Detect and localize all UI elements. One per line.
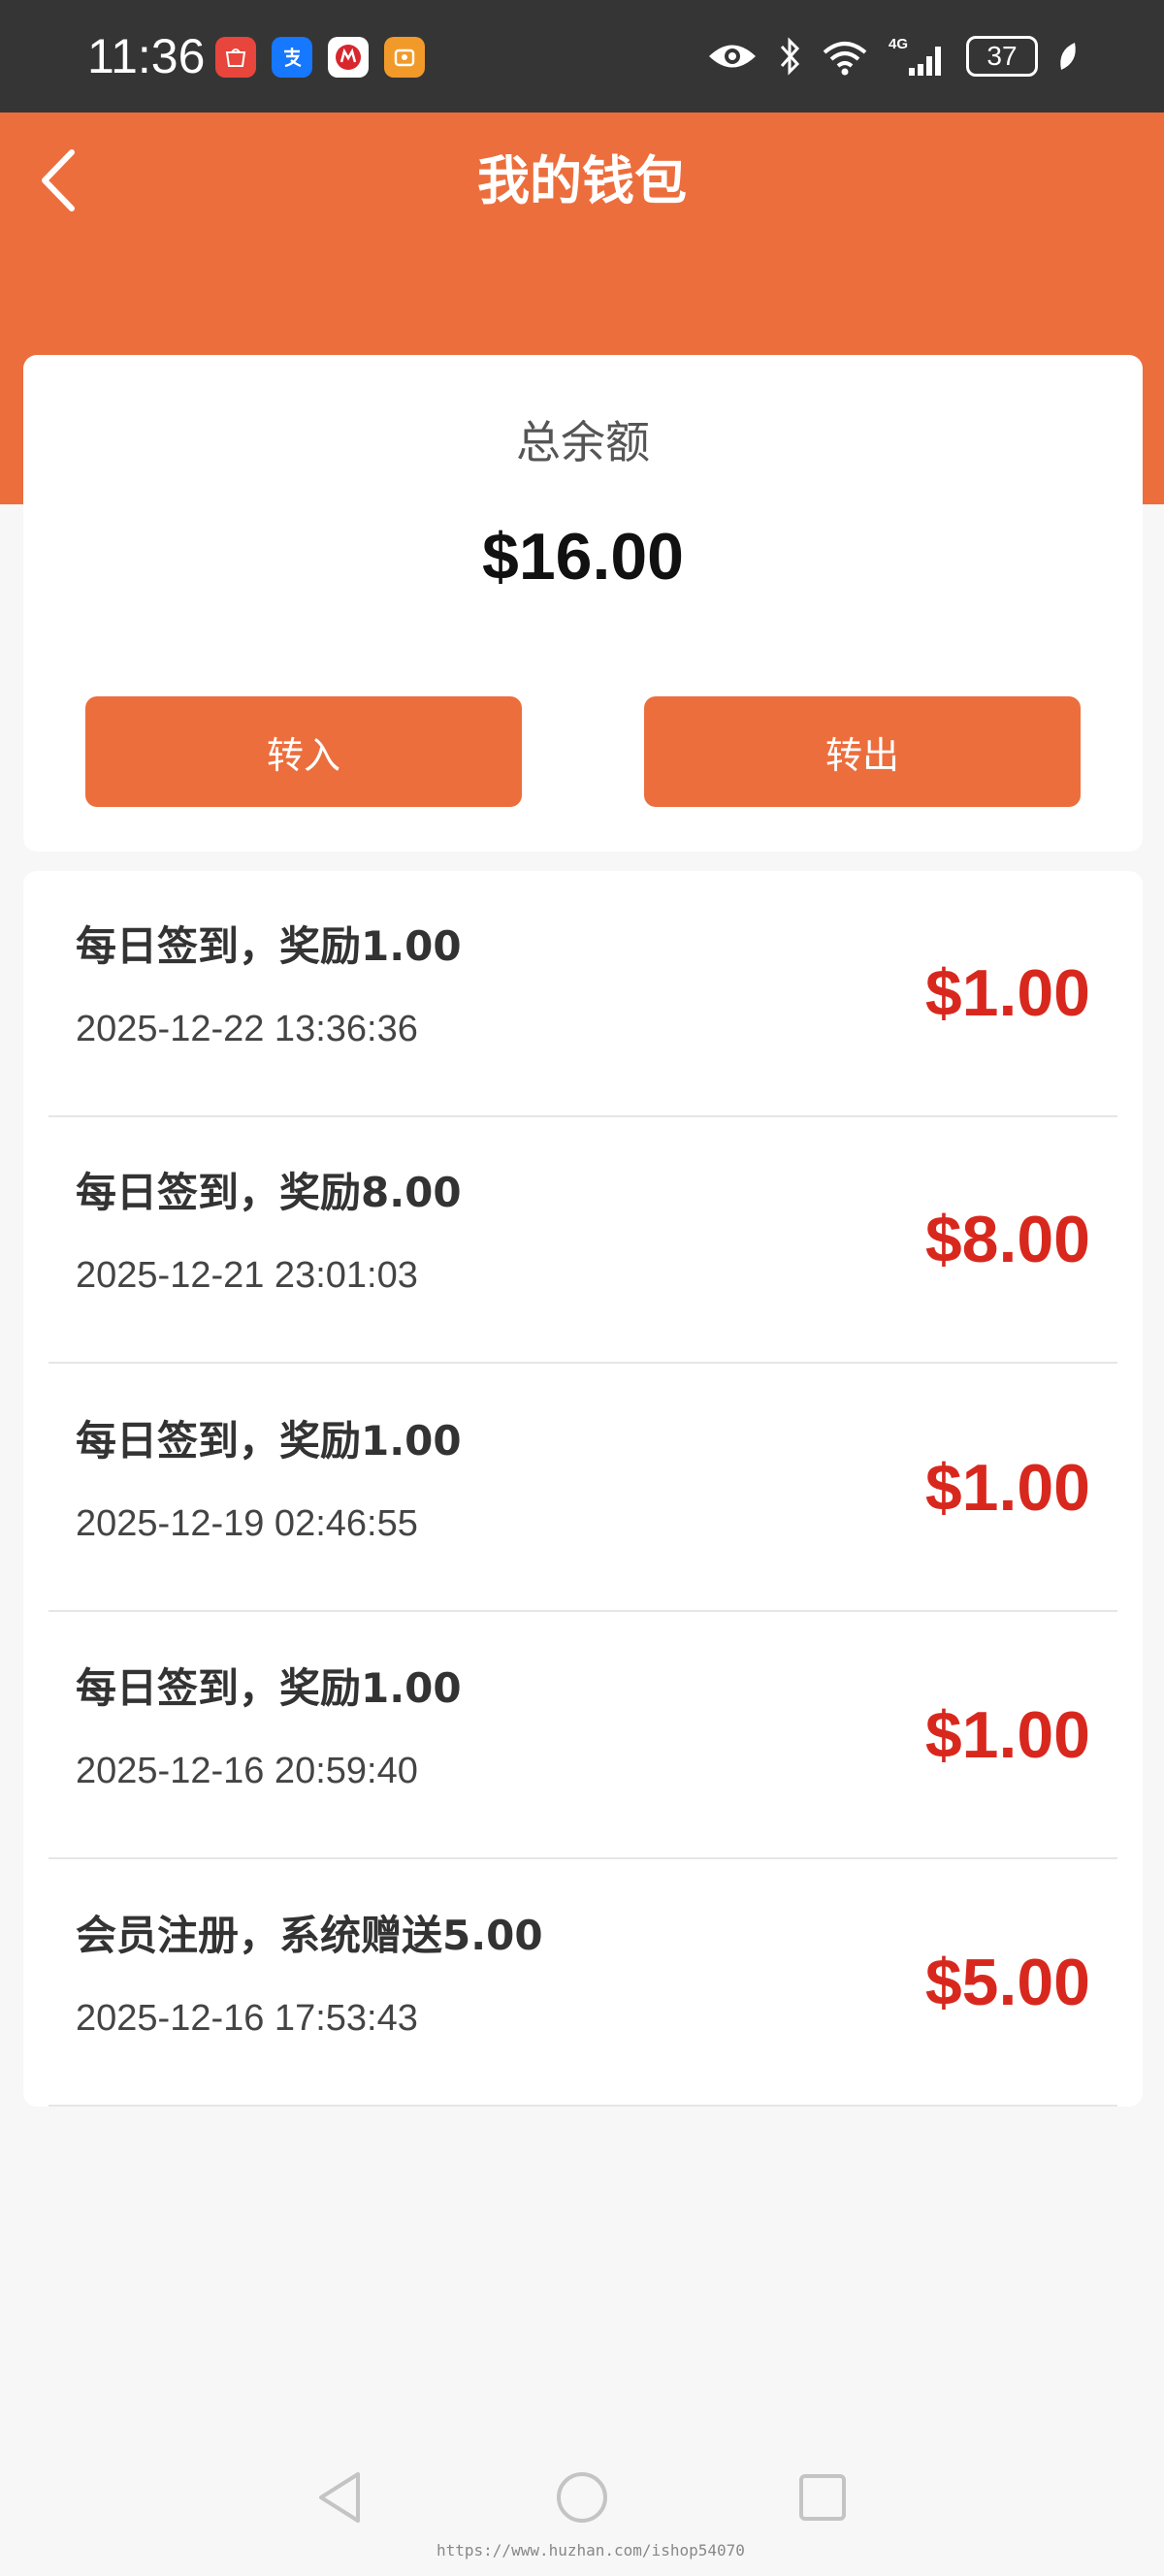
record-amount: $8.00 bbox=[924, 1203, 1090, 1276]
leaf-icon bbox=[1057, 33, 1079, 80]
bank-icon bbox=[328, 37, 369, 78]
record-time: 2025-12-21 23:01:03 bbox=[76, 1255, 418, 1296]
record-amount: $1.00 bbox=[924, 1451, 1090, 1525]
list-item[interactable]: 每日签到，奖励1.00 2025-12-16 20:59:40 $1.00 bbox=[48, 1613, 1117, 1859]
status-bar: 11:36 4G 37 bbox=[0, 0, 1164, 113]
notification-icons bbox=[215, 37, 425, 78]
record-title: 每日签到，奖励1.00 bbox=[76, 1417, 462, 1465]
record-title: 每日签到，奖励1.00 bbox=[76, 1664, 462, 1712]
record-title: 每日签到，奖励1.00 bbox=[76, 922, 462, 970]
record-time: 2025-12-19 02:46:55 bbox=[76, 1503, 418, 1544]
huawei-store-icon bbox=[215, 37, 256, 78]
battery-indicator: 37 bbox=[966, 36, 1038, 77]
watermark-text: https://www.huzhan.com/ishop54070 bbox=[436, 2541, 745, 2560]
eye-icon bbox=[706, 33, 759, 80]
record-time: 2025-12-22 13:36:36 bbox=[76, 1009, 418, 1049]
nav-home-button[interactable] bbox=[538, 2454, 626, 2541]
records-list: 每日签到，奖励1.00 2025-12-22 13:36:36 $1.00 每日… bbox=[23, 871, 1143, 2107]
nav-recent-button[interactable] bbox=[779, 2454, 866, 2541]
list-item[interactable]: 每日签到，奖励8.00 2025-12-21 23:01:03 $8.00 bbox=[48, 1117, 1117, 1364]
shop-icon bbox=[384, 37, 425, 78]
square-recent-icon bbox=[799, 2474, 846, 2521]
circle-home-icon bbox=[557, 2472, 607, 2523]
record-amount: $1.00 bbox=[924, 956, 1090, 1030]
alipay-icon bbox=[272, 37, 312, 78]
wifi-icon bbox=[821, 33, 869, 80]
record-title: 会员注册，系统赠送5.00 bbox=[76, 1912, 543, 1959]
list-item[interactable]: 会员注册，系统赠送5.00 2025-12-16 17:53:43 $5.00 bbox=[48, 1860, 1117, 2107]
transfer-out-button[interactable]: 转出 bbox=[644, 696, 1081, 807]
status-time: 11:36 bbox=[87, 29, 206, 83]
balance-label: 总余额 bbox=[516, 416, 650, 468]
list-item[interactable]: 每日签到，奖励1.00 2025-12-22 13:36:36 $1.00 bbox=[48, 871, 1117, 1117]
cellular-signal-icon: 4G bbox=[889, 33, 947, 80]
record-amount: $5.00 bbox=[924, 1946, 1090, 2019]
page-title: 我的钱包 bbox=[477, 150, 687, 211]
record-time: 2025-12-16 17:53:43 bbox=[76, 1998, 418, 2039]
bluetooth-icon bbox=[778, 33, 801, 80]
status-indicators: 4G 37 bbox=[706, 33, 1079, 80]
balance-amount: $16.00 bbox=[482, 520, 684, 594]
triangle-back-icon bbox=[319, 2472, 360, 2523]
record-amount: $1.00 bbox=[924, 1698, 1090, 1772]
record-title: 每日签到，奖励8.00 bbox=[76, 1169, 462, 1216]
record-time: 2025-12-16 20:59:40 bbox=[76, 1751, 418, 1791]
network-type-label: 4G bbox=[889, 36, 908, 52]
nav-back-button[interactable] bbox=[296, 2454, 383, 2541]
transfer-in-button[interactable]: 转入 bbox=[85, 696, 522, 807]
list-item[interactable]: 每日签到，奖励1.00 2025-12-19 02:46:55 $1.00 bbox=[48, 1366, 1117, 1612]
balance-card: 总余额 $16.00 转入 转出 bbox=[23, 355, 1143, 852]
